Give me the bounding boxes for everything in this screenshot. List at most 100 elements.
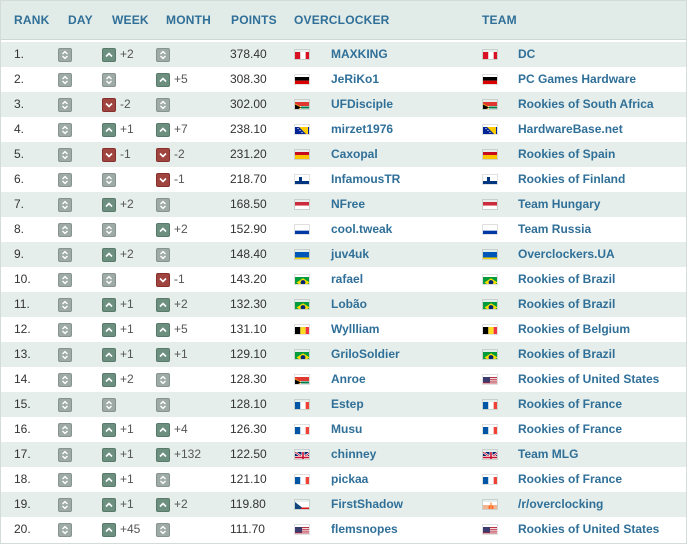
team-link[interactable]: PC Games Hardware [518,67,636,92]
overclocker-link[interactable]: cool.tweak [331,217,392,242]
header-day[interactable]: DAY [68,1,93,39]
table-row: 9. +2 148.40 juv4uk Overclockers.UA [1,242,686,267]
overclocker-link[interactable]: Estep [331,392,364,417]
team-flag-icon [482,99,498,110]
team-link[interactable]: Rookies of United States [518,517,659,542]
overclocker-flag-icon [294,74,310,85]
team-link[interactable]: Rookies of South Africa [518,92,654,117]
rank-cell: 18. [14,472,31,486]
overclocker-flag-icon [294,124,310,135]
sort-arrows-icon [58,523,72,537]
rank-cell: 7. [14,197,25,211]
overclocker-link[interactable]: Caxopal [331,142,378,167]
sort-arrows-icon [58,198,72,212]
overclocker-link[interactable]: juv4uk [331,242,369,267]
week-change-value: -2 [120,97,131,111]
sort-arrows-icon [58,223,72,237]
overclocker-link[interactable]: flemsnopes [331,517,398,542]
header-points[interactable]: POINTS [231,1,277,39]
rank-cell: 17. [14,447,31,461]
week-change-value: +2 [120,372,134,386]
overclocker-link[interactable]: GriloSoldier [331,342,400,367]
team-link[interactable]: Rookies of Belgium [518,317,630,342]
team-link[interactable]: Rookies of United States [518,367,659,392]
sort-arrows-icon [156,523,170,537]
team-link[interactable]: /r/overclocking [518,492,603,517]
header-team[interactable]: TEAM [482,1,517,39]
sort-arrows-icon [156,198,170,212]
team-flag-icon [482,149,498,160]
points-cell: 121.10 [230,472,267,486]
overclocker-link[interactable]: rafael [331,267,363,292]
week-change-value: +1 [120,347,134,361]
team-link[interactable]: DC [518,42,535,67]
overclocker-flag-icon [294,324,310,335]
table-row: 18. +1 121.10 pickaa Rookies of France [1,467,686,492]
team-link[interactable]: HardwareBase.net [518,117,623,142]
overclocker-link[interactable]: Anroe [331,367,366,392]
team-flag-icon [482,299,498,310]
team-link[interactable]: Rookies of Spain [518,142,615,167]
overclocker-flag-icon [294,224,310,235]
header-rank[interactable]: RANK [14,1,49,39]
points-cell: 218.70 [230,172,267,186]
team-link[interactable]: Rookies of France [518,417,622,442]
team-link[interactable]: Rookies of Finland [518,167,625,192]
sort-arrows-icon [58,348,72,362]
team-flag-icon [482,49,498,60]
overclocker-link[interactable]: pickaa [331,467,368,492]
team-link[interactable]: Rookies of France [518,467,622,492]
sort-arrows-icon [102,273,116,287]
sort-arrows-icon [58,273,72,287]
overclocker-link[interactable]: Wyllliam [331,317,379,342]
table-row: 10. -1 143.20 rafael Rookies of Brazil [1,267,686,292]
team-link[interactable]: Team Hungary [518,192,600,217]
overclocker-link[interactable]: mirzet1976 [331,117,393,142]
overclocker-link[interactable]: FirstShadow [331,492,403,517]
overclocker-link[interactable]: InfamousTR [331,167,400,192]
sort-arrows-icon [156,48,170,62]
header-overclocker[interactable]: OVERCLOCKER [294,1,390,39]
team-link[interactable]: Rookies of Brazil [518,292,615,317]
points-cell: 129.10 [230,347,267,361]
rank-cell: 20. [14,522,31,536]
sort-arrows-icon [156,398,170,412]
overclocker-link[interactable]: JeRiKo1 [331,67,379,92]
rank-cell: 4. [14,122,25,136]
overclocker-link[interactable]: NFree [331,192,365,217]
overclocker-link[interactable]: Lobão [331,292,367,317]
team-link[interactable]: Team Russia [518,217,591,242]
rank-cell: 10. [14,272,31,286]
arrow-up-icon [156,73,170,87]
team-link[interactable]: Overclockers.UA [518,242,615,267]
team-flag-icon [482,174,498,185]
sort-arrows-icon [58,323,72,337]
header-week[interactable]: WEEK [112,1,149,39]
header-month[interactable]: MONTH [166,1,211,39]
team-link[interactable]: Rookies of France [518,392,622,417]
overclocker-link[interactable]: chinney [331,442,376,467]
arrow-up-icon [156,323,170,337]
table-row: 2. +5 308.30 JeRiKo1 PC Games Hardware [1,67,686,92]
week-change-value: +1 [120,322,134,336]
table-row: 16. +1 +4 126.30 Musu Rookies of France [1,417,686,442]
sort-arrows-icon [58,248,72,262]
sort-arrows-icon [102,73,116,87]
team-link[interactable]: Rookies of Brazil [518,342,615,367]
team-link[interactable]: Rookies of Brazil [518,267,615,292]
sort-arrows-icon [58,398,72,412]
week-change-value: +1 [120,447,134,461]
overclocker-link[interactable]: MAXKING [331,42,388,67]
sort-arrows-icon [102,173,116,187]
overclocker-link[interactable]: Musu [331,417,362,442]
arrow-up-icon [156,348,170,362]
overclocker-link[interactable]: UFDisciple [331,92,393,117]
sort-arrows-icon [58,473,72,487]
sort-arrows-icon [58,498,72,512]
team-link[interactable]: Team MLG [518,442,578,467]
arrow-up-icon [156,298,170,312]
table-row: 19. +1 +2 119.80 FirstShadow/r/overclocking [1,492,686,517]
week-change-value: +2 [120,197,134,211]
points-cell: 308.30 [230,72,267,86]
arrow-up-icon [102,323,116,337]
